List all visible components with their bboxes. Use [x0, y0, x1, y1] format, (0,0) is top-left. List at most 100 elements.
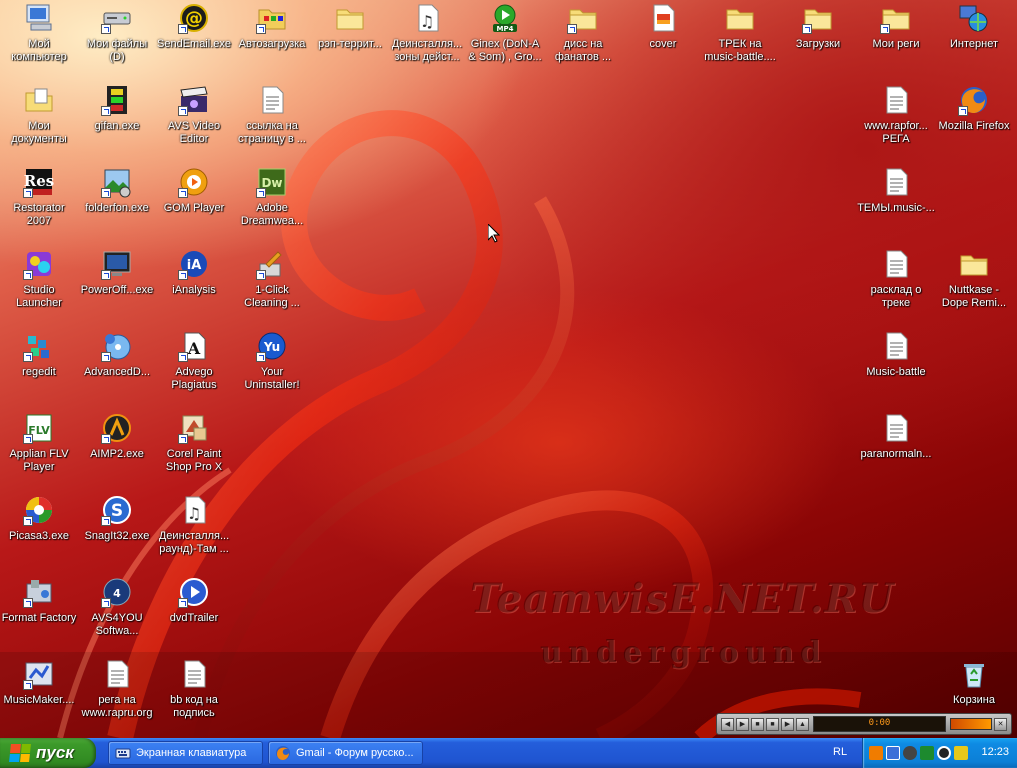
desktop-icon[interactable]: ♫ Деинсталля... раунд)-Там ... [155, 492, 233, 572]
desktop-icon-label: Мои файлы (D) [86, 38, 148, 63]
desktop-icon[interactable]: 1-Click Cleaning ... [233, 246, 311, 326]
desktop-icon[interactable]: AVS Video Editor [155, 82, 233, 162]
desktop-icon[interactable]: расклад о треке [857, 246, 935, 326]
desktop-icon-label: Mozilla Firefox [938, 120, 1010, 132]
desktop-icon-label: iAnalysis [172, 284, 216, 296]
desktop-icon[interactable]: www.rapfor... РЕГА [857, 82, 935, 162]
desktop-icon[interactable]: FLV Applian FLV Player [0, 410, 78, 490]
desktop-icon[interactable]: Yu Your Uninstaller! [233, 328, 311, 408]
shortcut-arrow-icon [101, 270, 111, 280]
eject-icon[interactable]: ▲ [796, 717, 809, 731]
desktop-icon[interactable]: paranormaln... [857, 410, 935, 490]
desktop-icon-label: ТЕМЫ.music-... [857, 202, 935, 214]
volume-tray-icon[interactable] [903, 746, 917, 760]
desktop-icon[interactable]: PowerOff...exe [78, 246, 156, 326]
network-tray-icon[interactable] [886, 746, 900, 760]
shortcut-arrow-icon [256, 24, 266, 34]
monitor-app-icon [101, 248, 133, 280]
desktop-icon[interactable]: рега на www.rapru.org [78, 656, 156, 736]
shortcut-arrow-icon [101, 434, 111, 444]
desktop-icon[interactable]: A Advego Plagiatus [155, 328, 233, 408]
pause-icon[interactable]: ■ [751, 717, 764, 731]
desktop-icon[interactable]: regedit [0, 328, 78, 408]
desktop-icon-label: Advego Plagiatus [171, 366, 217, 391]
desktop-icon[interactable]: ♫ Деинсталля... зоны дейст... [388, 0, 466, 80]
desktop-icon[interactable]: Nuttkase - Dope Remi... [935, 246, 1013, 326]
desktop-icon[interactable]: Мой компьютер [0, 0, 78, 80]
folder-icon [334, 2, 366, 34]
disc-icon [101, 330, 133, 362]
desktop-icon[interactable]: Интернет [935, 0, 1013, 80]
aimp-tray-icon[interactable] [869, 746, 883, 760]
volume-slider[interactable] [950, 718, 992, 730]
desktop-icon[interactable]: AIMP2.exe [78, 410, 156, 490]
close-icon[interactable]: ✕ [994, 717, 1007, 731]
regedit-icon [23, 330, 55, 362]
desktop-icon[interactable]: iA iAnalysis [155, 246, 233, 326]
desktop-icon[interactable]: folderfon.exe [78, 164, 156, 244]
shortcut-arrow-icon [567, 24, 577, 34]
desktop-icon[interactable]: Studio Launcher [0, 246, 78, 326]
start-button[interactable]: пуск [0, 738, 96, 768]
desktop-icon[interactable]: рэп-террит... [311, 0, 389, 80]
desktop-icon[interactable]: ссылка на страницу в ... [233, 82, 311, 162]
prev-icon[interactable]: ◀ [721, 717, 734, 731]
desktop-icon[interactable]: Format Factory [0, 574, 78, 654]
desktop-icon[interactable]: Загрузки [779, 0, 857, 80]
desktop-icon-label: Nuttkase - Dope Remi... [941, 284, 1007, 309]
play-icon[interactable]: ▶ [736, 717, 749, 731]
desktop-icon[interactable]: Corel Paint Shop Pro X [155, 410, 233, 490]
desktop-icon[interactable]: 4 AVS4YOU Softwa... [78, 574, 156, 654]
desktop-icon[interactable]: Dw Adobe Dreamwea... [233, 164, 311, 244]
desktop[interactable]: TeamwisE.NET.RU underground Мой компьюте… [0, 0, 1017, 738]
desktop-icon[interactable]: bb код на подпись [155, 656, 233, 736]
desktop-icon[interactable]: ТЕМЫ.music-... [857, 164, 935, 244]
desktop-icon[interactable]: Mozilla Firefox [935, 82, 1013, 162]
desktop-icon[interactable]: Res Restorator 2007 [0, 164, 78, 244]
desktop-icon[interactable]: Picasa3.exe [0, 492, 78, 572]
desktop-icon[interactable]: дисс на фанатов ... [544, 0, 622, 80]
desktop-icon[interactable]: Мои реги [857, 0, 935, 80]
safely-remove-tray-icon[interactable] [920, 746, 934, 760]
desktop-icon[interactable]: @ SendEmail.exe [155, 0, 233, 80]
media-player-minibar[interactable]: ◀ ▶ ■ ■ ▶ ▲ 0:00 ✕ [716, 713, 1012, 735]
desktop-icon[interactable]: S SnagIt32.exe [78, 492, 156, 572]
mp3-note-icon: ♫ [178, 494, 210, 526]
stop-icon[interactable]: ■ [766, 717, 779, 731]
desktop-icon[interactable]: Мои файлы (D) [78, 0, 156, 80]
task-onscreen-keyboard[interactable]: Экранная клавиатура [108, 741, 263, 765]
desktop-icon[interactable]: Автозагрузка [233, 0, 311, 80]
wallpaper-watermark: TeamwisE.NET.RU [470, 575, 895, 622]
desktop-icon[interactable]: cover [624, 0, 702, 80]
desktop-icon[interactable]: ТРЕК на music-battle.... [701, 0, 779, 80]
svg-text:S: S [111, 501, 123, 521]
desktop-icon[interactable]: MP4 Ginex (DoN-A & Som) , Gro... [466, 0, 544, 80]
computer-icon [23, 2, 55, 34]
desktop-icon[interactable]: Мои документы [0, 82, 78, 162]
desktop-icon-label: AVS Video Editor [167, 120, 221, 145]
language-indicator[interactable]: RL [833, 746, 847, 758]
shortcut-arrow-icon [23, 598, 33, 608]
film-icon [101, 84, 133, 116]
next-icon[interactable]: ▶ [781, 717, 794, 731]
text-file-icon [880, 412, 912, 444]
desktop-icon[interactable]: MusicMaker.... [0, 656, 78, 736]
folder-icon [802, 2, 834, 34]
desktop-icon[interactable]: dvdTrailer [155, 574, 233, 654]
clock[interactable]: 12:23 [981, 746, 1009, 758]
desktop-icon[interactable]: gifan.exe [78, 82, 156, 162]
task-gmail-firefox[interactable]: Gmail - Форум русско... [268, 741, 423, 765]
svg-text:♫: ♫ [420, 12, 434, 31]
picture-app-icon [101, 166, 133, 198]
gom-tray-icon[interactable] [937, 746, 951, 760]
advego-icon: A [178, 330, 210, 362]
shortcut-arrow-icon [178, 270, 188, 280]
text-file-icon [256, 84, 288, 116]
desktop-icon[interactable]: AdvancedD... [78, 328, 156, 408]
security-tray-icon[interactable] [954, 746, 968, 760]
drive-icon [101, 2, 133, 34]
desktop-icon[interactable]: GOM Player [155, 164, 233, 244]
desktop-icon[interactable]: Music-battle [857, 328, 935, 408]
uninstaller-icon: Yu [256, 330, 288, 362]
desktop-icon-label: www.rapfor... РЕГА [864, 120, 928, 145]
